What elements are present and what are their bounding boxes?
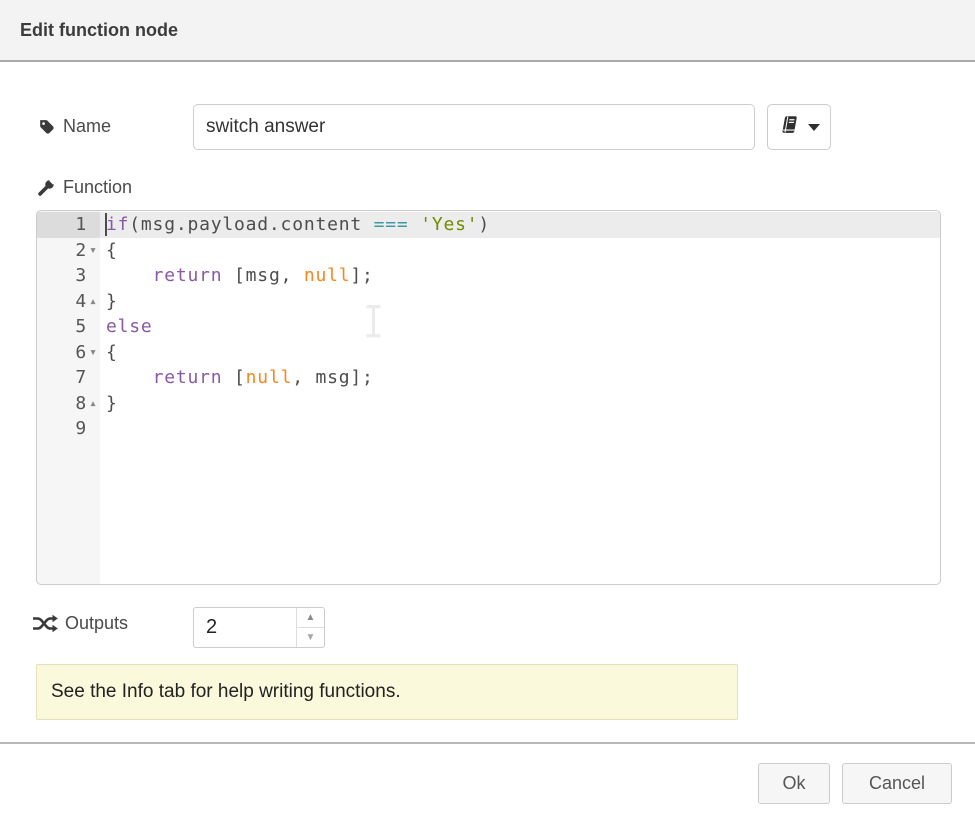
spinner-up-button[interactable]: ▲ <box>297 608 324 628</box>
function-label: Function <box>36 177 132 198</box>
code-text[interactable]: { <box>100 238 940 264</box>
line-number[interactable]: 8▴ <box>37 391 100 417</box>
ok-button[interactable]: Ok <box>758 763 830 804</box>
outputs-label: Outputs <box>32 613 128 634</box>
code-line[interactable]: 6▾{ <box>37 340 940 366</box>
edit-function-node-dialog: Edit function node Name <box>0 0 975 824</box>
code-line[interactable]: 8▴} <box>37 391 940 417</box>
form-tip: See the Info tab for help writing functi… <box>36 664 738 720</box>
tag-icon <box>37 117 56 136</box>
spinner-buttons: ▲ ▼ <box>296 608 324 647</box>
library-button[interactable] <box>767 104 831 150</box>
form-tip-text: See the Info tab for help writing functi… <box>51 681 401 703</box>
spinner-down-button[interactable]: ▼ <box>297 628 324 647</box>
caret-down-icon <box>808 124 820 131</box>
function-code-editor[interactable]: 1if(msg.payload.content === 'Yes')2▾{3 r… <box>36 210 941 585</box>
text-caret <box>105 213 107 236</box>
fold-open-icon[interactable]: ▾ <box>87 238 99 264</box>
dialog-title: Edit function node <box>20 0 178 60</box>
code-line[interactable]: 4▴} <box>37 289 940 315</box>
line-number[interactable]: 1 <box>37 212 100 238</box>
code-line[interactable]: 5else <box>37 314 940 340</box>
outputs-spinner: ▲ ▼ <box>193 607 325 648</box>
fold-open-icon[interactable]: ▾ <box>87 340 99 366</box>
code-text[interactable]: else <box>100 314 940 340</box>
code-text[interactable]: return [msg, null]; <box>100 263 940 289</box>
code-line[interactable]: 3 return [msg, null]; <box>37 263 940 289</box>
code-line[interactable]: 7 return [null, msg]; <box>37 365 940 391</box>
code-text[interactable]: } <box>100 391 940 417</box>
code-text[interactable]: return [null, msg]; <box>100 365 940 391</box>
code-text[interactable]: } <box>100 289 940 315</box>
function-label-text: Function <box>63 177 132 198</box>
name-input[interactable] <box>193 104 755 150</box>
code-line[interactable]: 1if(msg.payload.content === 'Yes') <box>37 212 940 238</box>
line-number[interactable]: 2▾ <box>37 238 100 264</box>
code-text[interactable]: if(msg.payload.content === 'Yes') <box>100 212 940 238</box>
code-lines: 1if(msg.payload.content === 'Yes')2▾{3 r… <box>37 211 940 442</box>
line-number[interactable]: 7 <box>37 365 100 391</box>
fold-close-icon[interactable]: ▴ <box>87 391 99 417</box>
line-number[interactable]: 4▴ <box>37 289 100 315</box>
book-icon <box>779 114 800 140</box>
line-number[interactable]: 9 <box>37 416 100 442</box>
shuffle-icon <box>32 613 58 634</box>
code-line[interactable]: 9 <box>37 416 940 442</box>
name-label: Name <box>37 116 111 137</box>
dialog-header: Edit function node <box>0 0 975 62</box>
code-text[interactable] <box>100 416 940 442</box>
line-number[interactable]: 3 <box>37 263 100 289</box>
code-text[interactable]: { <box>100 340 940 366</box>
footer-divider <box>0 742 975 744</box>
code-line[interactable]: 2▾{ <box>37 238 940 264</box>
line-number[interactable]: 5 <box>37 314 100 340</box>
wrench-icon <box>36 178 56 198</box>
fold-close-icon[interactable]: ▴ <box>87 289 99 315</box>
outputs-label-text: Outputs <box>65 613 128 634</box>
cancel-button[interactable]: Cancel <box>842 763 952 804</box>
line-number[interactable]: 6▾ <box>37 340 100 366</box>
name-label-text: Name <box>63 116 111 137</box>
outputs-input[interactable] <box>194 608 296 647</box>
